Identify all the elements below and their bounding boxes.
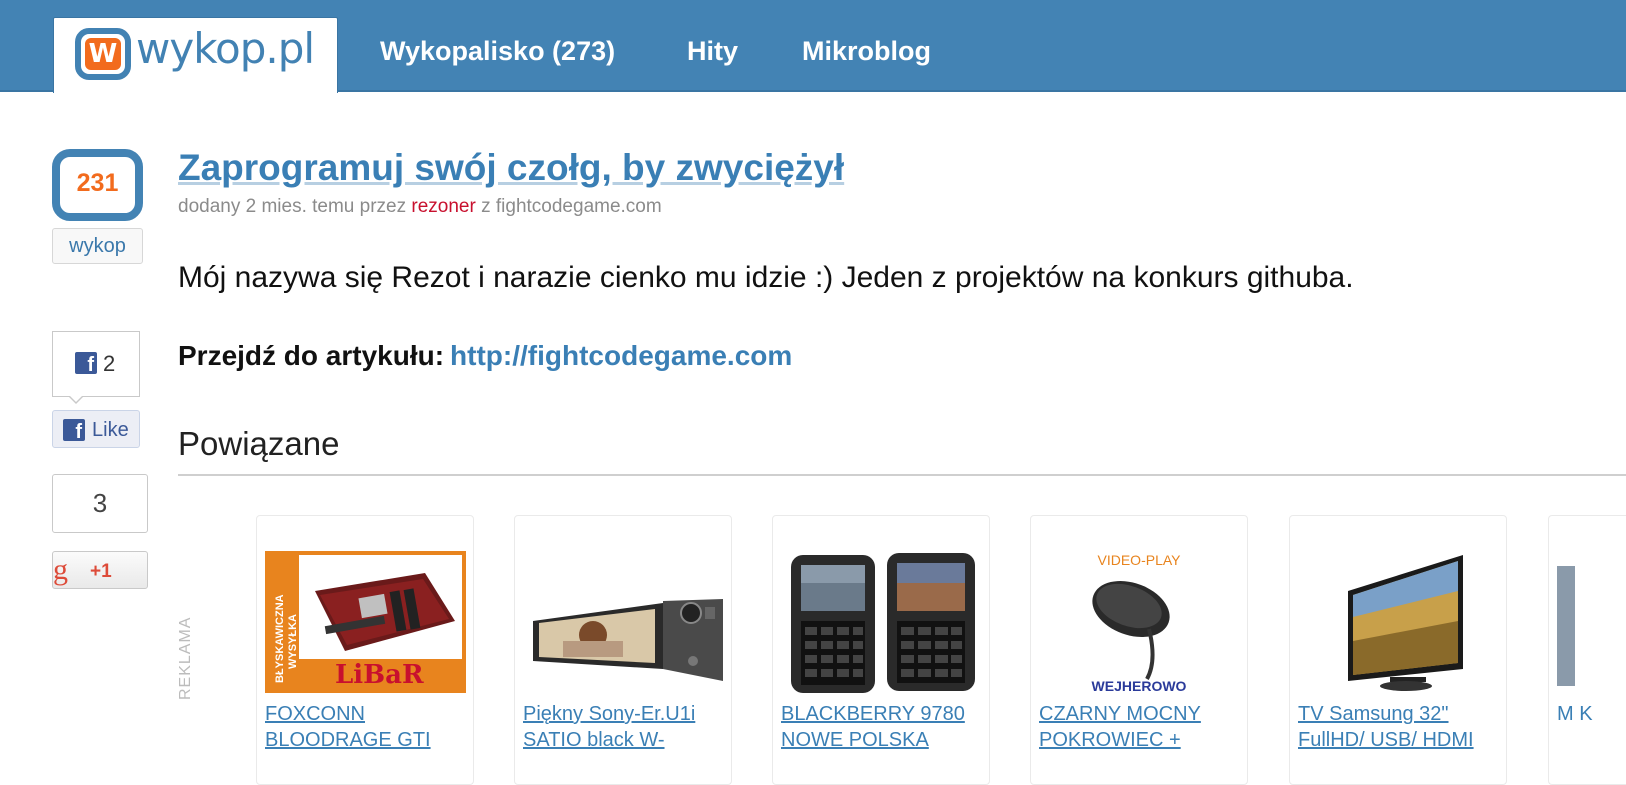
ad-label: REKLAMA — [177, 616, 194, 700]
related-card[interactable]: VIDEO-PLAY WEJHEROWO CZARNY MOCNY POKROW… — [1030, 515, 1248, 785]
wykop-button[interactable]: wykop — [52, 228, 143, 264]
card-caption[interactable]: M K — [1557, 701, 1593, 727]
thumb-text-1: BŁYSKAWICZNA — [274, 594, 286, 683]
article-url-link[interactable]: http://fightcodegame.com — [450, 340, 792, 371]
article-description: Mój nazywa się Rezot i narazie cienko mu… — [178, 261, 1354, 294]
facebook-share-count: f 2 — [52, 331, 140, 397]
related-card[interactable]: Piękny Sony-Er.U1i SATIO black W- — [514, 515, 732, 785]
gplus-count: 3 — [52, 474, 148, 533]
facebook-count: 2 — [103, 351, 116, 376]
card-caption[interactable]: BLACKBERRY 9780 NOWE POLSKA — [781, 701, 986, 753]
goto-label: Przejdź do artykułu: — [178, 340, 445, 371]
nav-hity[interactable]: Hity — [687, 36, 738, 67]
card-caption[interactable]: Piękny Sony-Er.U1i SATIO black W- — [523, 701, 728, 753]
meta-prefix: dodany 2 mies. temu przez — [178, 196, 407, 217]
related-card[interactable]: BLACKBERRY 9780 NOWE POLSKA — [772, 515, 990, 785]
google-icon: g — [53, 553, 68, 586]
meta-source-prefix: z — [481, 196, 491, 217]
phone-image[interactable] — [523, 551, 724, 696]
related-divider — [178, 474, 1626, 476]
related-card[interactable]: TV Samsung 32" FullHD/ USB/ HDMI — [1289, 515, 1507, 785]
vote-counter: 231 — [52, 149, 143, 221]
logo-link[interactable]: W wykop.pl — [53, 17, 338, 93]
motherboard-image[interactable]: BŁYSKAWICZNA WYSYŁKA LiBaR — [265, 551, 466, 696]
gplus-label: +1 — [90, 561, 112, 582]
related-card[interactable]: M K — [1548, 515, 1626, 785]
goto-article: Przejdź do artykułu: http://fightcodegame… — [178, 340, 792, 372]
vote-count: 231 — [76, 169, 119, 197]
author-link[interactable]: rezoner — [411, 196, 475, 217]
card-caption[interactable]: FOXCONN BLOODRAGE GTI — [265, 701, 470, 753]
article-meta: dodany 2 mies. temu przez rezoner z figh… — [178, 196, 662, 218]
blackberry-image[interactable] — [781, 551, 982, 696]
article-title[interactable]: Zaprogramuj swój czołg, by zwyciężył — [178, 147, 844, 189]
facebook-like-label: Like — [92, 419, 129, 441]
top-bar: W wykop.pl Wykopalisko (273) Hity Mikrob… — [0, 0, 1626, 93]
thumb-text-2: WEJHEROWO — [1092, 678, 1187, 694]
gplus-button[interactable]: g +1 — [52, 551, 148, 589]
facebook-like-button[interactable]: f Like — [52, 410, 140, 448]
nav-wykopalisko[interactable]: Wykopalisko (273) — [380, 36, 615, 67]
product-image[interactable] — [1557, 556, 1575, 696]
related-heading: Powiązane — [178, 425, 340, 462]
thumb-text-3: LiBaR — [335, 660, 424, 690]
card-caption[interactable]: CZARNY MOCNY POKROWIEC + — [1039, 701, 1244, 753]
thumb-text-2: WYSYŁKA — [287, 614, 299, 669]
facebook-icon: f — [75, 352, 97, 374]
logo-text: wykop.pl — [136, 24, 315, 73]
thumb-text-1: VIDEO-PLAY — [1098, 552, 1182, 568]
facebook-icon: f — [63, 419, 85, 441]
related-card[interactable]: BŁYSKAWICZNA WYSYŁKA LiBaR FOXCONN BLOOD… — [256, 515, 474, 785]
nav-mikroblog[interactable]: Mikroblog — [802, 36, 931, 67]
article-source: fightcodegame.com — [495, 196, 662, 217]
card-caption[interactable]: TV Samsung 32" FullHD/ USB/ HDMI — [1298, 701, 1503, 753]
tv-image[interactable] — [1298, 551, 1499, 696]
case-image[interactable]: VIDEO-PLAY WEJHEROWO — [1039, 551, 1240, 696]
wykop-logo-icon: W — [75, 28, 131, 80]
